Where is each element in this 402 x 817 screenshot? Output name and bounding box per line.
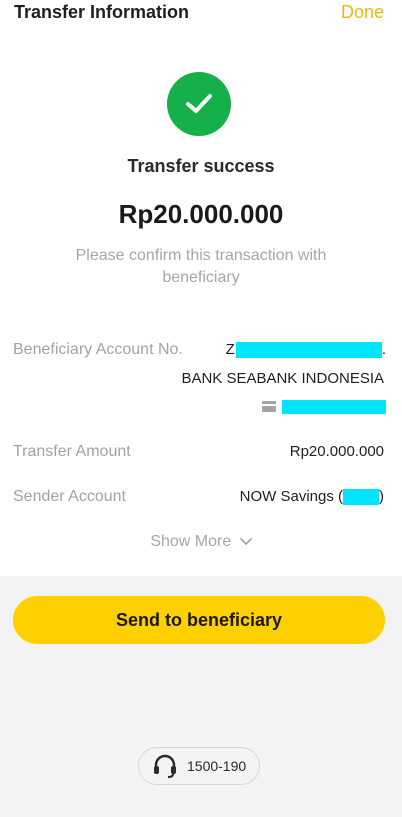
success-title: Transfer success (127, 156, 275, 176)
transfer-amount-label: Transfer Amount (13, 443, 131, 460)
show-more-label: Show More (150, 533, 232, 551)
chevron-down-icon (239, 533, 252, 551)
sender-account-value: NOW Savings () (239, 488, 384, 506)
redacted-sender-number (343, 489, 379, 506)
transfer-amount-heading: Rp20.000.000 (118, 199, 284, 229)
redacted-card-number (282, 400, 386, 415)
page-title: Transfer Information (14, 2, 190, 22)
beneficiary-account-prefix: Z (225, 341, 235, 358)
sender-account-close: ) (379, 488, 384, 505)
send-to-beneficiary-button[interactable]: Send to beneficiary (13, 596, 385, 644)
transfer-info-panel: Transfer Information Done Transfer succe… (0, 0, 402, 576)
redacted-account-number (235, 342, 382, 359)
beneficiary-card-row (262, 398, 386, 416)
headset-icon (151, 754, 179, 778)
confirm-message: Please confirm this transaction with ben… (75, 247, 327, 286)
beneficiary-account-value: Z. (225, 341, 386, 359)
done-button[interactable]: Done (341, 2, 384, 23)
transfer-amount-value: Rp20.000.000 (289, 443, 384, 460)
sender-account-name: NOW Savings ( (239, 488, 343, 505)
beneficiary-account-label: Beneficiary Account No. (13, 341, 183, 358)
support-hotline-button[interactable]: 1500-190 (138, 747, 260, 785)
card-icon (262, 399, 276, 416)
beneficiary-bank-name: BANK SEABANK INDONESIA (181, 370, 384, 387)
sender-account-label: Sender Account (13, 488, 126, 505)
support-number: 1500-190 (187, 758, 247, 774)
show-more-button[interactable]: Show More (0, 533, 402, 551)
success-check-icon (167, 72, 231, 136)
